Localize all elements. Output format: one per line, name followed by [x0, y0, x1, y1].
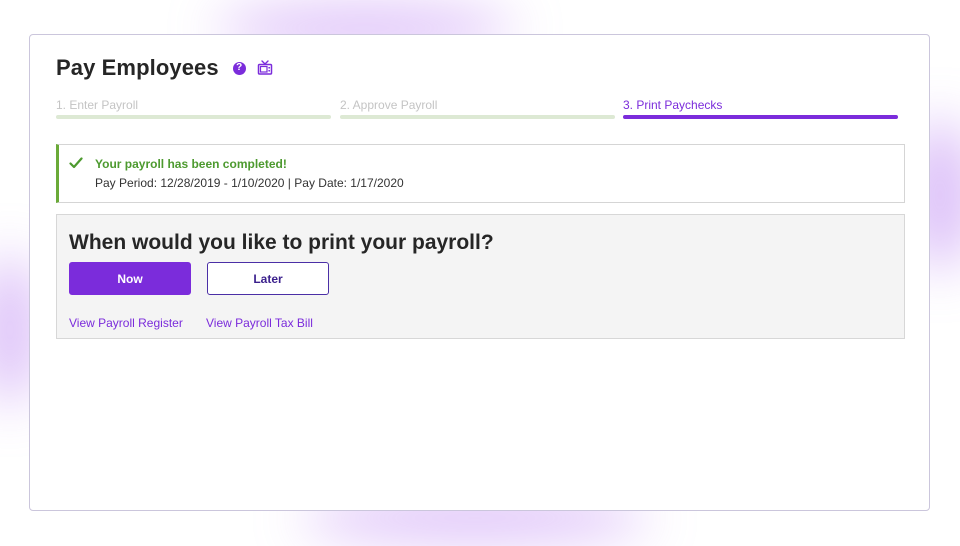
question-circle-icon[interactable]: ? [232, 61, 246, 75]
step-enter-payroll: 1. Enter Payroll [56, 98, 331, 119]
step-progress-bar [623, 115, 898, 119]
print-options-panel: When would you like to print your payrol… [56, 214, 905, 339]
print-later-button[interactable]: Later [207, 262, 329, 295]
print-question: When would you like to print your payrol… [69, 231, 494, 254]
view-payroll-tax-bill-link[interactable]: View Payroll Tax Bill [206, 316, 313, 330]
checkmark-icon [69, 157, 83, 169]
progress-stepper: 1. Enter Payroll 2. Approve Payroll 3. P… [56, 98, 898, 120]
step-print-paychecks: 3. Print Paychecks [623, 98, 898, 119]
tv-icon[interactable] [257, 60, 273, 76]
step-progress-bar [56, 115, 331, 119]
alert-title: Your payroll has been completed! [95, 157, 287, 171]
step-progress-bar [340, 115, 615, 119]
pay-employees-card: Pay Employees ? 1. Enter Payroll 2. Appr… [29, 34, 930, 511]
step-label: 2. Approve Payroll [340, 98, 438, 112]
print-now-button[interactable]: Now [69, 262, 191, 295]
pay-period-details: Pay Period: 12/28/2019 - 1/10/2020 | Pay… [95, 176, 404, 190]
title-row: Pay Employees ? [56, 53, 273, 83]
page-title: Pay Employees [56, 55, 219, 80]
step-label: 1. Enter Payroll [56, 98, 139, 112]
view-payroll-register-link[interactable]: View Payroll Register [69, 316, 183, 330]
step-label: 3. Print Paychecks [623, 98, 723, 112]
payroll-complete-alert: Your payroll has been completed! Pay Per… [56, 144, 905, 203]
step-approve-payroll: 2. Approve Payroll [340, 98, 615, 119]
